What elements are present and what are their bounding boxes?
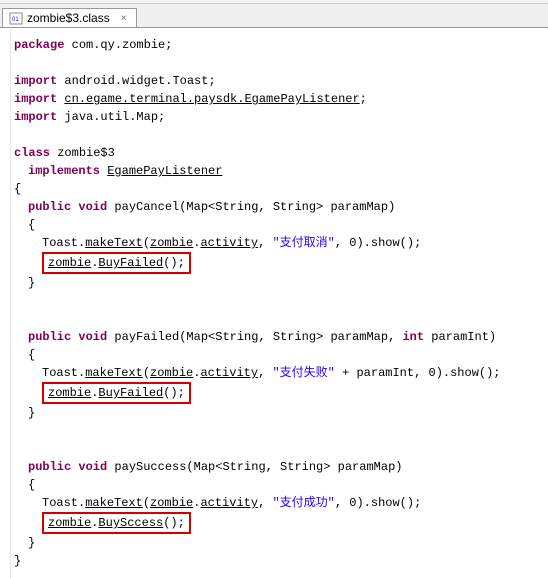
blank-line <box>14 54 538 72</box>
class-file-icon: 01 <box>9 11 23 25</box>
code-line: { <box>28 346 538 364</box>
blank-line <box>14 440 538 458</box>
highlighted-call-buyfailed: zombie.BuyFailed(); <box>42 382 538 404</box>
code-line: } <box>28 274 538 292</box>
tab-filename: zombie$3.class <box>27 11 110 25</box>
code-line: public void payCancel(Map<String, String… <box>28 198 538 216</box>
code-line: { <box>28 216 538 234</box>
blank-line <box>14 422 538 440</box>
close-icon[interactable]: × <box>118 12 130 24</box>
code-line: import cn.egame.terminal.paysdk.EgamePay… <box>14 90 538 108</box>
code-line: } <box>28 404 538 422</box>
code-line: { <box>14 180 538 198</box>
highlighted-call-buyfailed: zombie.BuyFailed(); <box>42 252 538 274</box>
code-line: Toast.makeText(zombie.activity, "支付取消", … <box>42 234 538 252</box>
highlighted-call-buysuccess: zombie.BuySccess(); <box>42 512 538 534</box>
code-line: implements EgamePayListener <box>28 162 538 180</box>
code-editor[interactable]: package com.qy.zombie; import android.wi… <box>0 28 548 578</box>
code-line: { <box>28 476 538 494</box>
blank-line <box>14 126 538 144</box>
code-line: package com.qy.zombie; <box>14 36 538 54</box>
file-tab[interactable]: 01 zombie$3.class × <box>2 8 137 27</box>
code-line: Toast.makeText(zombie.activity, "支付成功", … <box>42 494 538 512</box>
blank-line <box>14 292 538 310</box>
svg-text:01: 01 <box>12 17 19 23</box>
code-line: } <box>28 534 538 552</box>
tab-bar: 01 zombie$3.class × <box>0 4 548 28</box>
code-line: public void paySuccess(Map<String, Strin… <box>28 458 538 476</box>
code-line: import java.util.Map; <box>14 108 538 126</box>
code-line: } <box>14 552 538 570</box>
code-line: class zombie$3 <box>14 144 538 162</box>
blank-line <box>14 310 538 328</box>
code-line: Toast.makeText(zombie.activity, "支付失败" +… <box>42 364 538 382</box>
code-line: import android.widget.Toast; <box>14 72 538 90</box>
code-line: public void payFailed(Map<String, String… <box>28 328 538 346</box>
